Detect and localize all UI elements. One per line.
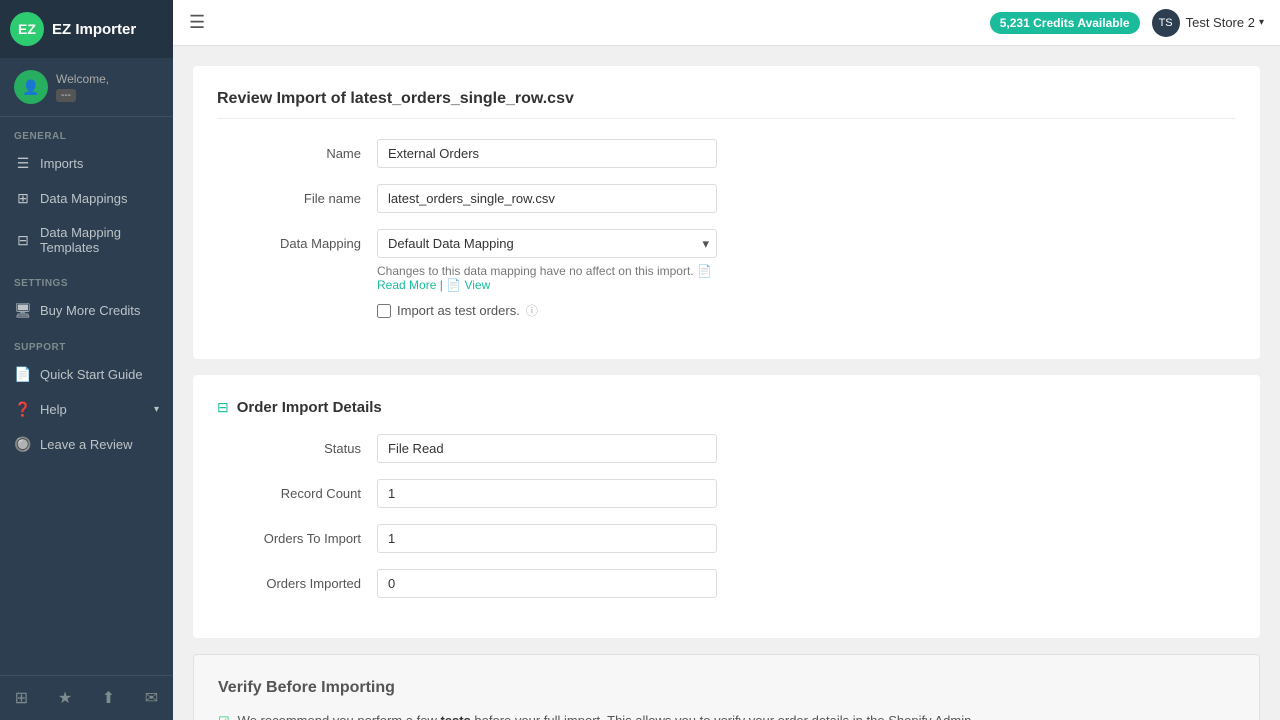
record-count-label: Record Count [217,479,377,501]
sidebar-item-imports[interactable]: ☰ Imports [0,146,173,181]
credits-badge: 5,231 Credits Available [990,12,1140,34]
name-field [377,139,717,168]
data-mappings-icon: ⊞ [14,190,32,207]
buy-more-credits-icon: 🖥 [14,302,32,319]
data-mapping-field: Default Data Mapping ▾ Changes to this d… [377,229,717,319]
leave-review-icon: 🔘 [14,436,32,453]
sidebar-item-imports-label: Imports [40,156,83,171]
read-more-link[interactable]: Read More [377,278,436,292]
review-import-card: Review Import of latest_orders_single_ro… [193,66,1260,359]
help-icon: ❓ [14,401,32,418]
read-more-icon: 📄 [697,264,712,278]
help-chevron-icon: ▾ [154,404,159,415]
order-import-details-title: Order Import Details [237,399,382,416]
orders-imported-row: Orders Imported [217,569,1236,598]
sidebar-item-help[interactable]: ❓ Help ▾ [0,392,173,427]
user-area: 👤 Welcome, --- [0,58,173,117]
general-section-label: GENERAL [0,117,173,146]
order-import-details-card: ⊟ Order Import Details Status Record Cou… [193,375,1260,638]
info-icon: ⓘ [526,302,538,319]
avatar: 👤 [14,70,48,104]
record-count-input [377,479,717,508]
orders-to-import-input [377,524,717,553]
verify-title: Verify Before Importing [218,679,1235,697]
data-mapping-select[interactable]: Default Data Mapping [377,229,717,258]
topbar-right: 5,231 Credits Available TS Test Store 2 … [990,9,1264,37]
data-mapping-label: Data Mapping [217,229,377,251]
name-input[interactable] [377,139,717,168]
view-icon: 📄 [446,278,461,292]
grid-footer-icon[interactable]: ⊞ [7,684,36,712]
status-row: Status [217,434,1236,463]
mail-footer-icon[interactable]: ✉ [137,684,166,712]
verify-check-1-icon: ☑ [218,714,230,720]
page-content: Review Import of latest_orders_single_ro… [173,46,1280,720]
order-import-icon: ⊟ [217,399,229,416]
sidebar-item-help-label: Help [40,402,67,417]
data-mapping-row: Data Mapping Default Data Mapping ▾ Chan… [217,229,1236,319]
app-name: EZ Importer [52,21,136,38]
sidebar-item-data-mapping-templates-label: Data Mapping Templates [40,225,159,255]
welcome-text: Welcome, [56,72,109,86]
store-avatar: TS [1152,9,1180,37]
file-name-label: File name [217,184,377,206]
view-link[interactable]: View [464,278,490,292]
main-area: ☰ 5,231 Credits Available TS Test Store … [173,0,1280,720]
sidebar-item-leave-review[interactable]: 🔘 Leave a Review [0,427,173,462]
name-label: Name [217,139,377,161]
status-field [377,434,717,463]
name-row: Name [217,139,1236,168]
import-test-row: Import as test orders. ⓘ [377,302,717,319]
orders-to-import-row: Orders To Import [217,524,1236,553]
file-name-row: File name [217,184,1236,213]
store-selector[interactable]: TS Test Store 2 ▾ [1152,9,1264,37]
record-count-row: Record Count [217,479,1236,508]
data-mapping-note-text: Changes to this data mapping have no aff… [377,264,694,278]
store-name: Test Store 2 [1186,15,1255,30]
orders-to-import-label: Orders To Import [217,524,377,546]
sidebar-item-buy-more-credits[interactable]: 🖥 Buy More Credits [0,293,173,328]
app-logo: EZ [10,12,44,46]
status-input [377,434,717,463]
upload-footer-icon[interactable]: ⬆ [94,684,123,712]
sidebar-item-data-mappings[interactable]: ⊞ Data Mappings [0,181,173,216]
support-section-label: SUPPORT [0,328,173,357]
verify-section: Verify Before Importing ☑ We recommend y… [193,654,1260,720]
import-test-checkbox[interactable] [377,304,391,318]
orders-imported-label: Orders Imported [217,569,377,591]
sidebar-item-data-mapping-templates[interactable]: ⊟ Data Mapping Templates [0,216,173,264]
settings-section-label: SETTINGS [0,264,173,293]
sidebar-item-quick-start-guide-label: Quick Start Guide [40,367,143,382]
page-title: Review Import of latest_orders_single_ro… [217,90,1236,119]
orders-to-import-field [377,524,717,553]
sidebar: EZ EZ Importer 👤 Welcome, --- GENERAL ☰ … [0,0,173,720]
status-label: Status [217,434,377,456]
file-name-field [377,184,717,213]
orders-imported-field [377,569,717,598]
imports-icon: ☰ [14,155,32,172]
verify-item-1: ☑ We recommend you perform a few tests b… [218,713,1235,720]
sidebar-header: EZ EZ Importer [0,0,173,58]
sidebar-item-buy-more-credits-label: Buy More Credits [40,303,140,318]
order-import-details-header: ⊟ Order Import Details [217,399,1236,416]
store-chevron-icon: ▾ [1259,17,1264,28]
record-count-field [377,479,717,508]
import-test-label: Import as test orders. [397,303,520,318]
menu-icon[interactable]: ☰ [189,12,205,33]
topbar: ☰ 5,231 Credits Available TS Test Store … [173,0,1280,46]
sidebar-item-data-mappings-label: Data Mappings [40,191,127,206]
sidebar-footer: ⊞ ★ ⬆ ✉ [0,675,173,720]
data-mapping-select-wrapper: Default Data Mapping ▾ [377,229,717,258]
file-name-input[interactable] [377,184,717,213]
sidebar-item-quick-start-guide[interactable]: 📄 Quick Start Guide [0,357,173,392]
data-mapping-notes: Changes to this data mapping have no aff… [377,264,717,292]
sidebar-item-leave-review-label: Leave a Review [40,437,133,452]
orders-imported-input [377,569,717,598]
star-footer-icon[interactable]: ★ [50,684,80,712]
quick-start-guide-icon: 📄 [14,366,32,383]
verify-item-1-text: We recommend you perform a few tests bef… [238,713,975,720]
data-mapping-templates-icon: ⊟ [14,232,32,249]
user-badge: --- [56,89,76,102]
